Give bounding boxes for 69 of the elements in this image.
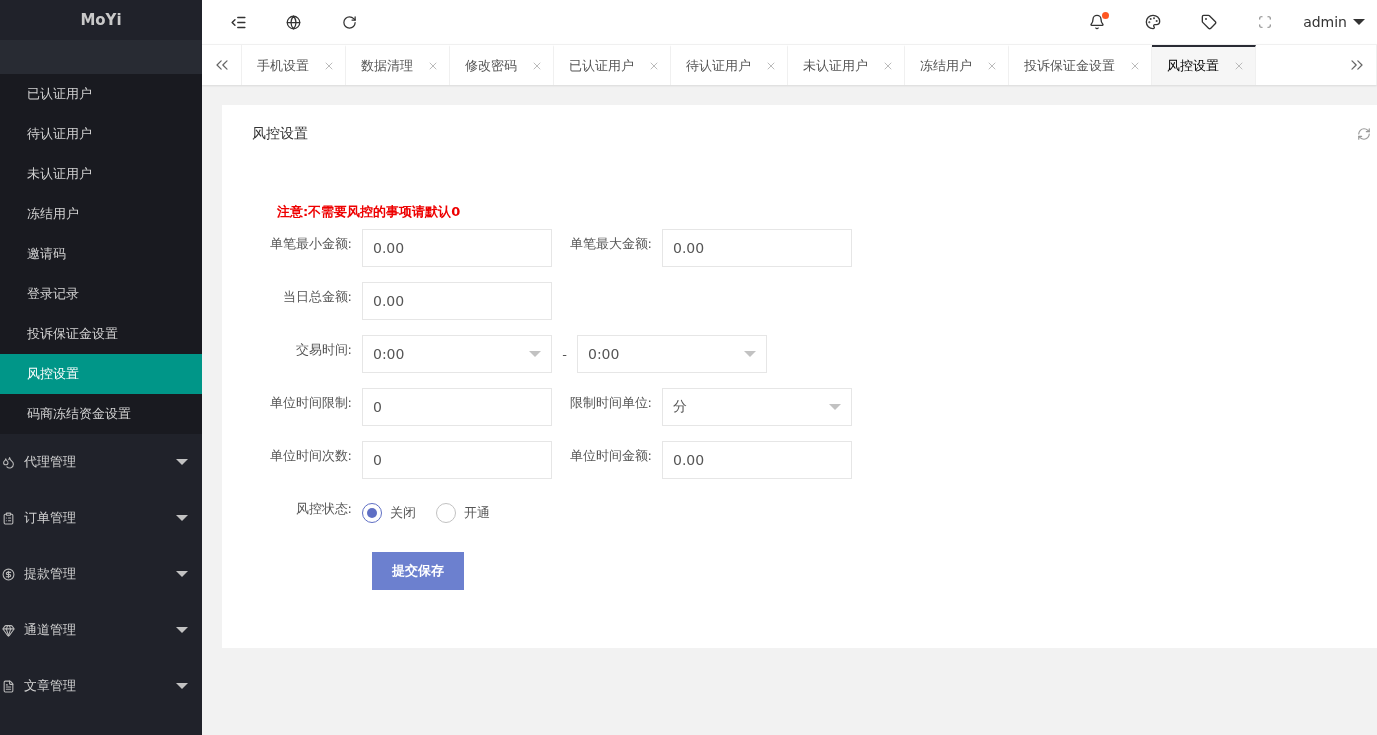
close-icon[interactable] [882,60,894,72]
tab[interactable]: 投诉保证金设置 [1009,45,1152,85]
select-field[interactable]: 分 [662,388,852,426]
close-icon[interactable] [986,60,998,72]
close-icon[interactable] [648,60,660,72]
bell-icon[interactable] [1089,14,1106,30]
tab[interactable]: 风控设置 [1152,45,1256,85]
field-label: 单笔最小金额: [268,235,353,253]
tab[interactable]: 冻结用户 [905,45,1009,85]
notice-text: 注意:不需要风控的事项请默认0 [277,203,462,221]
sidebar-item[interactable]: 风控设置 [0,354,202,394]
gem-icon [2,623,15,637]
fullscreen-icon[interactable] [1258,15,1273,29]
close-icon[interactable] [427,60,439,72]
drops-icon [2,455,15,469]
radio-label: 开通 [464,504,490,522]
field-label: 单位时间金额: [568,447,653,465]
input-field[interactable]: 0.00 [662,441,852,479]
caret-icon [1353,19,1365,25]
radio-label: 关闭 [390,504,416,522]
card-title: 风控设置 [252,125,308,143]
close-icon[interactable] [765,60,777,72]
tab[interactable]: 手机设置 [242,45,346,85]
document-icon [2,679,15,693]
field-label: 单位时间次数: [268,447,353,465]
close-icon[interactable] [323,60,335,72]
user-menu[interactable]: admin [1303,14,1347,30]
field-label: 当日总金额: [281,288,353,306]
tab[interactable]: 修改密码 [450,45,554,85]
tab[interactable]: 已认证用户 [554,45,671,85]
select-field[interactable]: 0:00 [577,335,767,373]
tab[interactable]: 未认证用户 [788,45,905,85]
field-label: 单位时间限制: [268,394,353,412]
palette-icon[interactable] [1145,14,1162,30]
submit-button[interactable]: 提交保存 [372,552,464,590]
sidebar-item[interactable]: 待认证用户 [0,114,202,154]
input-field[interactable]: 0.00 [662,229,852,267]
input-field[interactable]: 0.00 [362,282,552,320]
menu-group[interactable]: 代理管理 [24,453,167,471]
tab[interactable]: 数据清理 [346,45,450,85]
menu-group[interactable]: 提款管理 [24,565,167,583]
sidebar-item[interactable]: 登录记录 [0,274,202,314]
sidebar-item[interactable]: 已认证用户 [0,74,202,114]
field-label: 限制时间单位: [568,394,653,412]
sidebar-item[interactable]: 冻结用户 [0,194,202,234]
menu-group[interactable]: 文章管理 [24,677,167,695]
input-field[interactable]: 0 [362,388,552,426]
close-icon[interactable] [1129,60,1141,72]
separator: - [561,346,568,362]
tab[interactable]: 待认证用户 [671,45,788,85]
sidebar-item[interactable]: 投诉保证金设置 [0,314,202,354]
currency-icon [2,567,15,581]
clipboard-icon [2,511,15,525]
sidebar-item[interactable]: 未认证用户 [0,154,202,194]
input-field[interactable]: 0 [362,441,552,479]
select-field[interactable]: 0:00 [362,335,552,373]
sidebar-item[interactable]: 邀请码 [0,234,202,274]
menu-group[interactable]: 通道管理 [24,621,167,639]
close-icon[interactable] [1233,60,1245,72]
menu-group[interactable]: 订单管理 [24,509,167,527]
field-label: 交易时间: [294,341,353,359]
close-icon[interactable] [531,60,543,72]
field-label: 风控状态: [294,500,353,518]
input-field[interactable]: 0.00 [362,229,552,267]
sidebar-item[interactable]: 码商冻结资金设置 [0,394,202,434]
tag-icon[interactable] [1201,14,1218,30]
refresh-icon[interactable] [342,14,357,30]
field-label: 单笔最大金额: [568,235,653,253]
globe-icon[interactable] [286,14,301,30]
